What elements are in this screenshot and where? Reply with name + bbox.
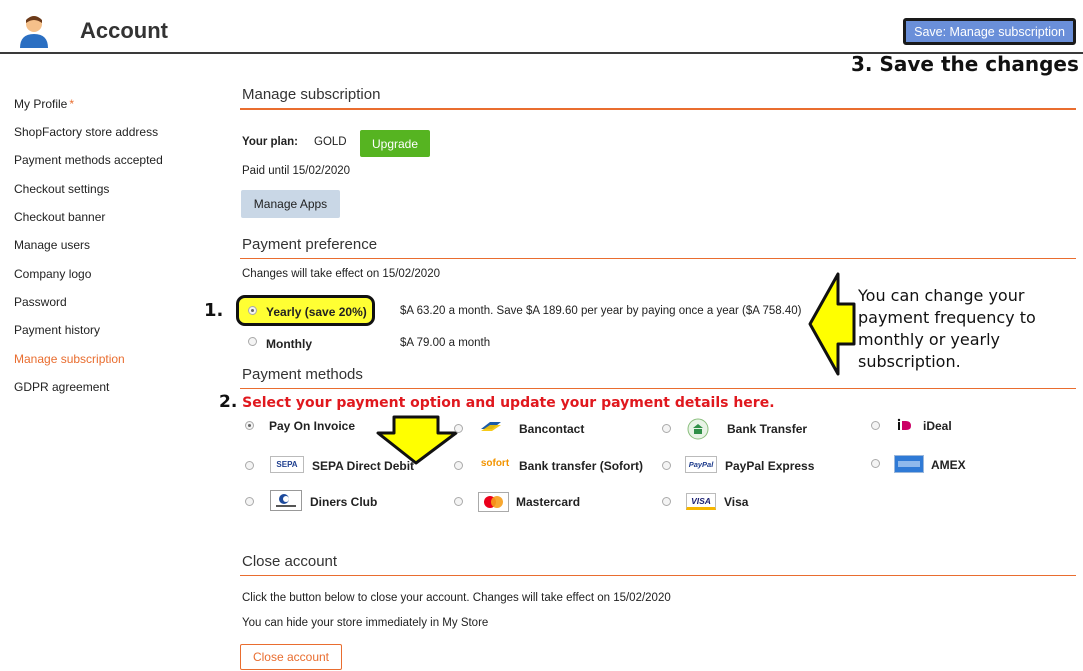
yearly-radio[interactable]: [248, 306, 257, 315]
save-button[interactable]: Save: Manage subscription: [903, 18, 1076, 45]
bancontact-icon: [478, 418, 504, 435]
header: Account Save: Manage subscription 3. Sav…: [0, 0, 1083, 76]
visa-icon: VISA: [686, 493, 716, 510]
section-title-manage: Manage subscription: [242, 86, 381, 103]
preference-note: Changes will take effect on 15/02/2020: [242, 268, 440, 280]
method-radio-amex[interactable]: [871, 459, 880, 468]
method-label-diners[interactable]: Diners Club: [310, 495, 377, 509]
amex-icon: [894, 455, 924, 473]
paypal-icon: PayPal: [685, 456, 717, 473]
yearly-desc: $A 63.20 a month. Save $A 189.60 per yea…: [400, 305, 802, 317]
sidebar-item-checkout-banner[interactable]: Checkout banner: [14, 210, 105, 224]
sidebar-item-manage-users[interactable]: Manage users: [14, 238, 90, 252]
section-divider: [240, 258, 1076, 259]
sidebar-item-my-profile[interactable]: My Profile *: [14, 97, 74, 111]
sidebar-item-company-logo[interactable]: Company logo: [14, 267, 91, 281]
monthly-desc: $A 79.00 a month: [400, 337, 491, 349]
page-title: Account: [80, 18, 168, 43]
close-account-button[interactable]: Close account: [240, 644, 342, 670]
method-label-sofort[interactable]: Bank transfer (Sofort): [519, 459, 643, 473]
method-radio-ideal[interactable]: [871, 421, 880, 430]
annotation-frequency-note: You can change your payment frequency to…: [858, 286, 1036, 371]
method-label-bank-transfer[interactable]: Bank Transfer: [727, 422, 807, 436]
method-label-pay-on-invoice[interactable]: Pay On Invoice: [269, 419, 355, 433]
method-radio-bancontact[interactable]: [454, 424, 463, 433]
annotation-step-2: 2. Select your payment option and update…: [219, 392, 775, 412]
close-note-2: You can hide your store immediately in M…: [242, 617, 489, 629]
method-radio-paypal[interactable]: [662, 461, 671, 470]
required-star: *: [69, 97, 75, 111]
method-radio-mastercard[interactable]: [454, 497, 463, 506]
method-label-visa[interactable]: Visa: [724, 495, 748, 509]
down-arrow-icon: [376, 415, 458, 465]
method-label-sepa[interactable]: SEPA Direct Debit: [312, 459, 414, 473]
close-note-1: Click the button below to close your acc…: [242, 592, 671, 604]
bank-transfer-icon: [687, 418, 709, 440]
diners-club-icon: [270, 490, 302, 511]
section-divider: [240, 108, 1076, 110]
method-label-amex[interactable]: AMEX: [931, 458, 966, 472]
plan-value: GOLD: [314, 136, 347, 148]
method-label-mastercard[interactable]: Mastercard: [516, 495, 580, 509]
section-title-close: Close account: [242, 553, 338, 570]
method-radio-bank-transfer[interactable]: [662, 424, 671, 433]
manage-apps-button[interactable]: Manage Apps: [241, 190, 340, 218]
method-radio-visa[interactable]: [662, 497, 671, 506]
method-label-bancontact[interactable]: Bancontact: [519, 422, 584, 436]
method-radio-sofort[interactable]: [454, 461, 463, 470]
method-radio-diners[interactable]: [245, 497, 254, 506]
section-divider: [240, 388, 1076, 389]
sepa-icon: SEPA: [270, 456, 304, 473]
sidebar-item-gdpr[interactable]: GDPR agreement: [14, 380, 109, 394]
method-label-paypal[interactable]: PayPal Express: [725, 459, 814, 473]
method-radio-sepa[interactable]: [245, 461, 254, 470]
upgrade-button[interactable]: Upgrade: [360, 130, 430, 157]
monthly-radio[interactable]: [248, 337, 257, 346]
plan-label: Your plan:: [242, 136, 299, 148]
sidebar-item-store-address[interactable]: ShopFactory store address: [14, 125, 158, 139]
section-title-methods: Payment methods: [242, 366, 363, 383]
yearly-label[interactable]: Yearly (save 20%): [266, 305, 367, 319]
section-divider: [240, 575, 1076, 576]
method-label-ideal[interactable]: iDeal: [923, 419, 952, 433]
sidebar-item-checkout-settings[interactable]: Checkout settings: [14, 182, 109, 196]
sidebar-item-password[interactable]: Password: [14, 295, 67, 309]
header-divider: [0, 52, 1083, 54]
sidebar-item-payment-history[interactable]: Payment history: [14, 323, 100, 337]
user-avatar-icon: [20, 16, 48, 48]
monthly-label[interactable]: Monthly: [266, 337, 312, 351]
annotation-step-1: 1.: [204, 300, 224, 321]
sofort-icon: sofort: [478, 455, 512, 472]
ideal-icon: [896, 418, 913, 432]
annotation-save-changes: 3. Save the changes: [851, 52, 1079, 76]
sidebar-item-payment-methods[interactable]: Payment methods accepted: [14, 153, 163, 167]
mastercard-icon: [478, 492, 509, 512]
sidebar-item-manage-subscription[interactable]: Manage subscription: [14, 352, 125, 366]
paid-until-text: Paid until 15/02/2020: [242, 165, 351, 177]
section-title-preference: Payment preference: [242, 236, 378, 253]
left-arrow-icon: [808, 272, 856, 376]
method-radio-pay-on-invoice[interactable]: [245, 421, 254, 430]
